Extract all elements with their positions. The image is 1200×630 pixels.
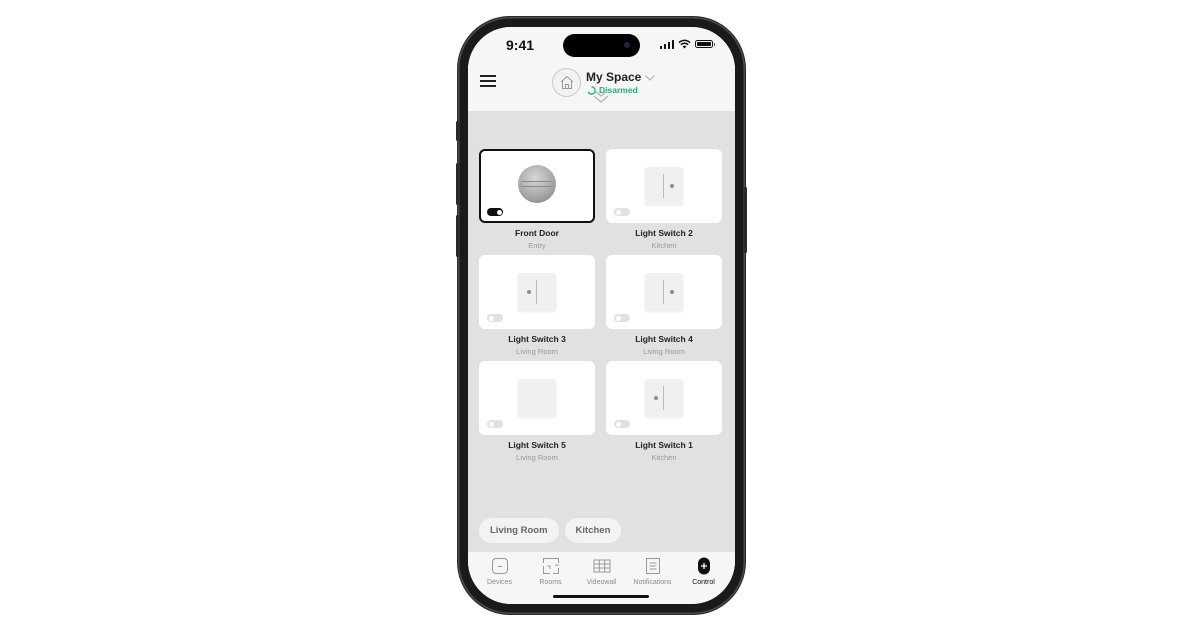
device-card-light-switch-2[interactable] — [606, 149, 722, 223]
device-room: Living Room — [643, 347, 685, 356]
battery-icon — [695, 40, 715, 48]
device-room: Living Room — [516, 347, 558, 356]
action-button — [456, 121, 459, 141]
device-toggle[interactable] — [487, 208, 503, 216]
light-switch-icon — [645, 273, 683, 311]
notifications-icon — [645, 558, 660, 574]
device-card-front-door[interactable] — [479, 149, 595, 223]
status-time: 9:41 — [506, 37, 535, 53]
space-name: My Space — [586, 70, 642, 84]
space-avatar[interactable] — [552, 68, 581, 97]
device-room: Kitchen — [651, 453, 677, 462]
light-switch-icon — [645, 379, 683, 417]
tab-label: Devices — [487, 579, 512, 586]
phone-frame: 9:41 My Space Disarmed Front Door Entry … — [456, 17, 747, 614]
tab-label: Notifications — [633, 579, 672, 586]
device-room: Kitchen — [651, 241, 677, 250]
cellular-signal-icon — [659, 39, 674, 49]
rooms-icon — [542, 558, 559, 574]
dynamic-island — [563, 34, 640, 57]
device-toggle[interactable] — [614, 420, 630, 428]
chevron-down-icon — [645, 74, 656, 81]
device-card-light-switch-1[interactable] — [606, 361, 722, 435]
device-toggle[interactable] — [487, 420, 503, 428]
device-name: Light Switch 5 — [508, 440, 566, 450]
device-tile: Light Switch 1 Kitchen — [606, 361, 722, 467]
tab-control[interactable]: Control — [678, 557, 729, 604]
videowall-icon — [593, 559, 610, 573]
device-name: Front Door — [515, 228, 559, 238]
tab-label: Rooms — [539, 579, 562, 586]
smart-lock-icon — [518, 165, 556, 203]
app-screen: 9:41 My Space Disarmed Front Door Entry … — [468, 27, 735, 604]
volume-up-button — [456, 163, 459, 205]
light-switch-icon — [645, 167, 683, 205]
side-button — [744, 187, 747, 253]
device-name: Light Switch 1 — [635, 440, 693, 450]
home-indicator[interactable] — [553, 595, 649, 598]
device-toggle[interactable] — [487, 314, 503, 322]
device-tile: Front Door Entry — [479, 149, 595, 255]
device-tile: Light Switch 2 Kitchen — [606, 149, 722, 255]
device-card-light-switch-5[interactable] — [479, 361, 595, 435]
device-toggle[interactable] — [614, 208, 630, 216]
device-room: Living Room — [516, 453, 558, 462]
device-card-light-switch-4[interactable] — [606, 255, 722, 329]
device-name: Light Switch 4 — [635, 334, 693, 344]
tab-label: Videowall — [586, 579, 617, 586]
space-selector[interactable]: My Space — [586, 70, 656, 84]
device-tile: Light Switch 4 Living Room — [606, 255, 722, 361]
room-chip-kitchen[interactable]: Kitchen — [564, 518, 622, 543]
light-switch-icon — [518, 273, 556, 311]
room-filter-chips: Living Room Kitchen — [479, 518, 622, 543]
device-grid: Front Door Entry Light Switch 2 Kitchen … — [479, 149, 722, 467]
collapse-chevron-icon[interactable] — [591, 87, 611, 107]
home-icon — [560, 75, 573, 89]
tab-label: Control — [692, 579, 715, 586]
menu-button[interactable] — [480, 75, 496, 89]
devices-icon — [491, 558, 508, 574]
light-switch-icon — [518, 379, 556, 417]
wifi-icon — [678, 39, 691, 49]
device-room: Entry — [528, 241, 546, 250]
volume-down-button — [456, 215, 459, 257]
device-toggle[interactable] — [614, 314, 630, 322]
control-icon — [697, 557, 710, 575]
device-name: Light Switch 2 — [635, 228, 693, 238]
device-card-light-switch-3[interactable] — [479, 255, 595, 329]
device-tile: Light Switch 3 Living Room — [479, 255, 595, 361]
device-name: Light Switch 3 — [508, 334, 566, 344]
room-chip-living-room[interactable]: Living Room — [479, 518, 559, 543]
hamburger-icon — [480, 75, 496, 77]
tab-devices[interactable]: Devices — [474, 557, 525, 604]
device-tile: Light Switch 5 Living Room — [479, 361, 595, 467]
